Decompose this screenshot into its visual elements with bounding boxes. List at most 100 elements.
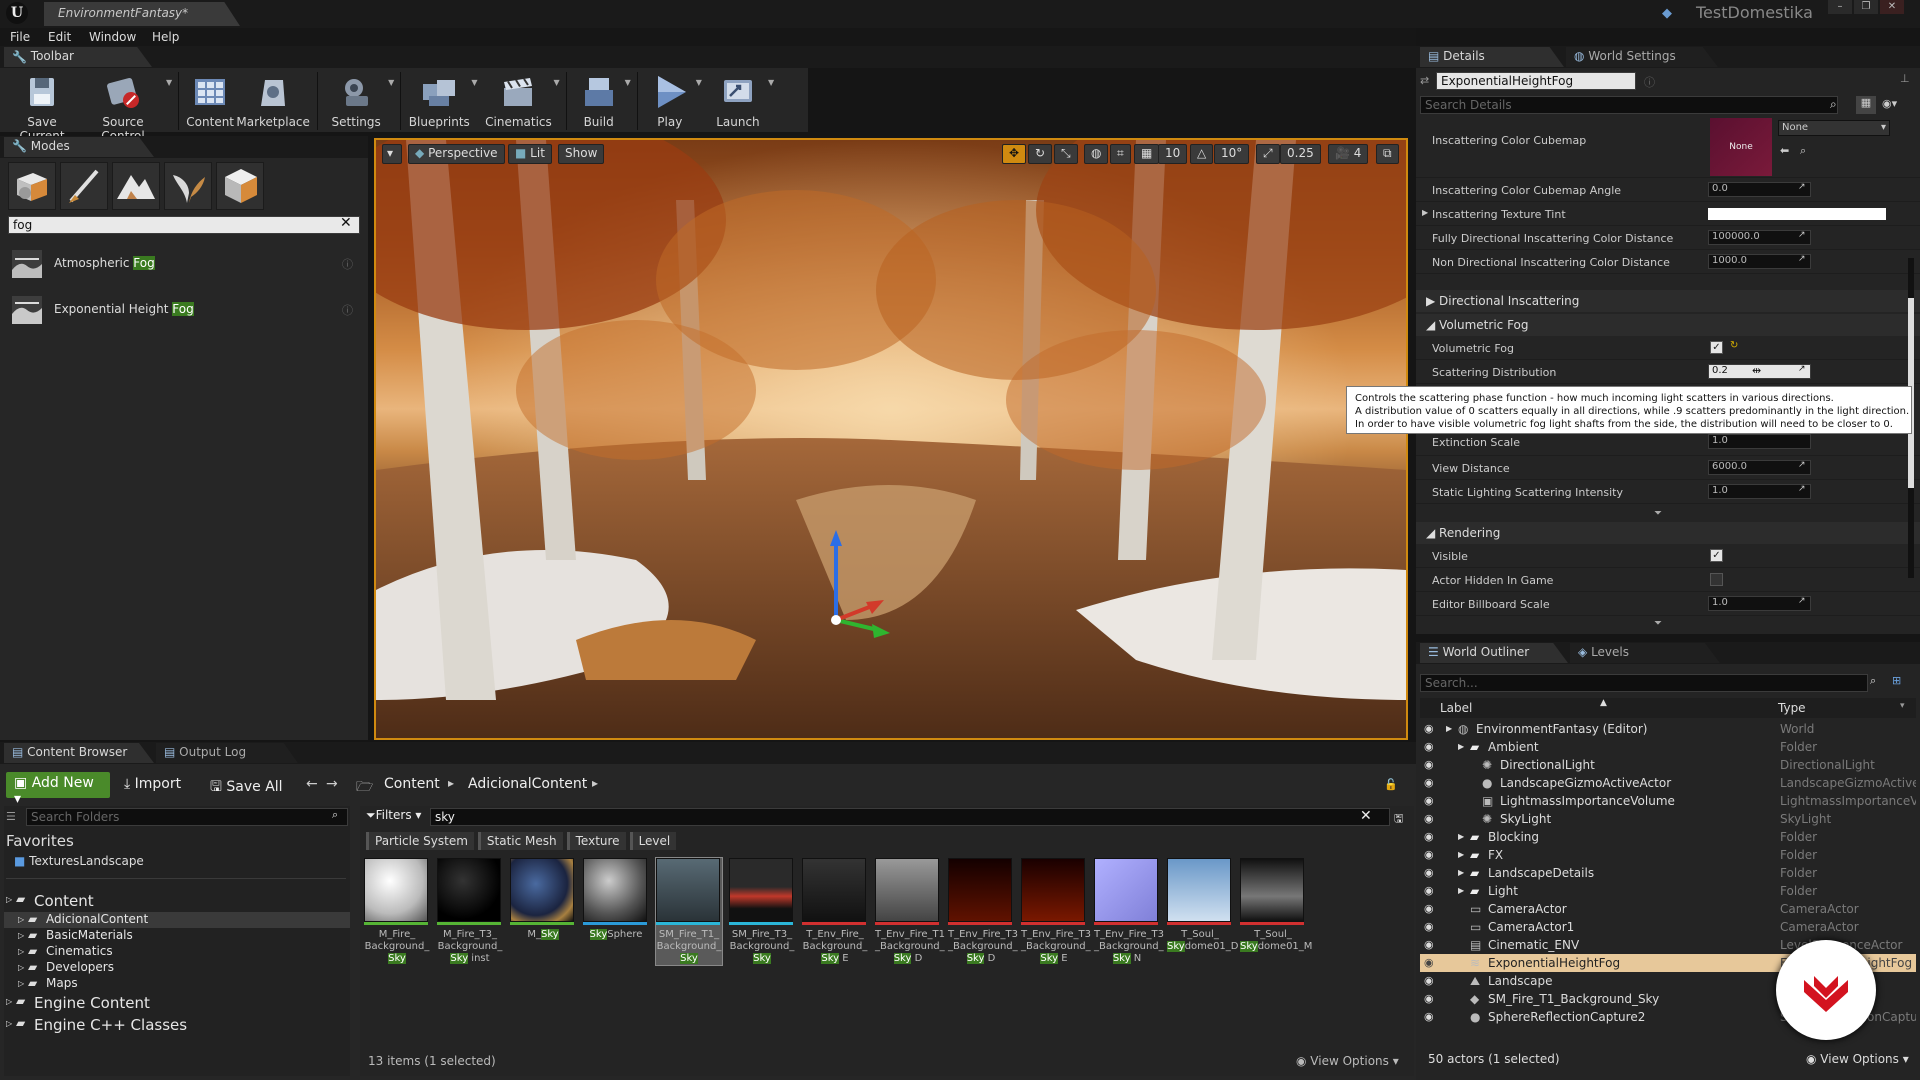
eye-icon[interactable]: ◉▾: [1882, 97, 1897, 110]
column-type-header[interactable]: Type: [1778, 701, 1806, 715]
content-view-options-button[interactable]: ◉ View Options ▾: [1296, 1054, 1399, 1068]
asset-search-input[interactable]: sky: [430, 808, 1390, 826]
breadcrumb-adicional-content[interactable]: AdicionalContent: [468, 776, 587, 792]
folder-tree-item[interactable]: ▷ ▰ Developers: [4, 960, 350, 976]
create-folder-icon[interactable]: ⊞: [1892, 674, 1901, 687]
mode-result-exponential-height-fog[interactable]: Exponential Height Fog ⓘ: [8, 292, 360, 328]
maximize-viewport-icon[interactable]: ⧉: [1376, 144, 1399, 164]
content-button[interactable]: Content: [185, 70, 235, 140]
asset-tile[interactable]: SM_Fire_T3_ Background_ Sky: [729, 858, 795, 965]
tab-content-browser[interactable]: ▤ Content Browser: [4, 743, 154, 763]
tab-output-log[interactable]: ▤ Output Log: [156, 743, 298, 763]
asset-tile[interactable]: T_Env_Fire_T3 _Background_ Sky D: [948, 858, 1018, 965]
fully-directional-distance-field[interactable]: 100000.0: [1708, 230, 1811, 245]
visibility-eye-icon[interactable]: ◉: [1424, 990, 1434, 1008]
grid-snap-value[interactable]: 10: [1158, 144, 1188, 164]
save-current-button[interactable]: Save Current: [4, 70, 80, 143]
visibility-eye-icon[interactable]: ◉: [1424, 828, 1434, 846]
paint-mode-button[interactable]: [60, 162, 108, 210]
folder-tree-item[interactable]: ▷ ▰ Engine Content: [4, 992, 350, 1014]
add-new-button[interactable]: ▣ Add New ▾: [6, 772, 110, 807]
expand-arrow-icon[interactable]: ▶: [1458, 738, 1464, 756]
tab-levels[interactable]: ◈ Levels: [1570, 643, 1720, 663]
texture-tint-color-swatch[interactable]: [1708, 208, 1886, 220]
level-viewport[interactable]: ▾ ◆ Perspective ■ Lit Show ✥ ↻ ⤡ ◍ ⌗ ▦ 1…: [374, 138, 1408, 740]
outliner-row[interactable]: ◉ ▣ LightmassImportanceVolume LightmassImpo…: [1420, 792, 1916, 810]
blueprints-dropdown-icon[interactable]: ▼: [471, 78, 477, 87]
visibility-eye-icon[interactable]: ◉: [1424, 810, 1434, 828]
show-button[interactable]: Show: [558, 144, 605, 164]
translate-mode-icon[interactable]: ✥: [1002, 144, 1027, 164]
outliner-row[interactable]: ◉ ▭ CameraActor1 CameraActor: [1420, 918, 1916, 936]
help-icon[interactable]: ⓘ: [342, 256, 353, 272]
reset-to-default-icon[interactable]: ↻: [1730, 340, 1738, 351]
asset-tile[interactable]: T_Soul_ Skydome01_M: [1240, 858, 1312, 965]
source-control-button[interactable]: Source Control: [80, 70, 166, 143]
visibility-eye-icon[interactable]: ◉: [1424, 774, 1434, 792]
outliner-row[interactable]: ◉ ▭ CameraActor CameraActor: [1420, 900, 1916, 918]
minimize-button[interactable]: –: [1828, 0, 1852, 14]
filter-chip[interactable]: Particle System: [366, 832, 474, 850]
actor-name-field[interactable]: ExponentialHeightFog: [1436, 72, 1636, 90]
tab-modes[interactable]: 🔧 Modes: [4, 137, 154, 157]
close-window-button[interactable]: ✕: [1880, 0, 1904, 14]
asset-tile[interactable]: T_Env_Fire_T3 _Background_ Sky N: [1094, 858, 1164, 965]
settings-dropdown-icon[interactable]: ▼: [388, 78, 394, 87]
pin-icon[interactable]: ⊥: [1900, 72, 1910, 85]
rotation-snap-value[interactable]: 10°: [1214, 144, 1250, 164]
back-arrow-icon[interactable]: ←: [306, 776, 318, 792]
folder-tree-item[interactable]: ▷ ▰ Content: [4, 890, 350, 912]
play-button[interactable]: Play: [644, 70, 696, 140]
spin-arrow-icon[interactable]: ↗: [1798, 364, 1806, 374]
spin-arrow-icon[interactable]: ↗: [1798, 460, 1806, 470]
folder-tree-item[interactable]: ▷ ▰ BasicMaterials: [4, 928, 350, 944]
volumetric-fog-checkbox[interactable]: ✓: [1710, 341, 1723, 354]
spin-arrow-icon[interactable]: ↗: [1798, 230, 1806, 240]
source-control-dropdown-icon[interactable]: ▼: [166, 78, 172, 87]
details-search-input[interactable]: Search Details: [1420, 96, 1838, 114]
billboard-scale-field[interactable]: 1.0: [1708, 596, 1811, 611]
expand-arrow-icon[interactable]: ▷: [18, 947, 24, 956]
filter-chip[interactable]: Texture: [566, 832, 626, 850]
asset-tile[interactable]: T_Env_Fire_ Background_ Sky E: [802, 858, 868, 965]
modes-search-input[interactable]: fog: [8, 216, 360, 234]
menu-edit[interactable]: Edit: [48, 28, 71, 46]
asset-tile[interactable]: M_Fire_T3_ Background_ Sky inst: [437, 858, 503, 965]
outliner-row[interactable]: ◉ ▶ ▰ Light Folder: [1420, 882, 1916, 900]
filter-chip[interactable]: Level: [629, 832, 677, 850]
expand-arrow-icon[interactable]: ▷: [18, 915, 24, 924]
visibility-eye-icon[interactable]: ◉: [1424, 792, 1434, 810]
landscape-mode-button[interactable]: [112, 162, 160, 210]
lit-button[interactable]: ■ Lit: [508, 144, 552, 164]
document-tab[interactable]: EnvironmentFantasy*: [44, 2, 240, 26]
spin-arrow-icon[interactable]: ↗: [1798, 254, 1806, 264]
asset-tile[interactable]: M_Fire_ Background_ Sky: [364, 858, 430, 965]
visible-checkbox[interactable]: ✓: [1710, 549, 1723, 562]
view-distance-field[interactable]: 6000.0: [1708, 460, 1811, 475]
visibility-eye-icon[interactable]: ◉: [1424, 1008, 1434, 1024]
asset-tile[interactable]: T_Env_Fire_T1 _Background_ Sky D: [875, 858, 945, 965]
folder-tree-item[interactable]: ▷ ▰ Cinematics: [4, 944, 350, 960]
expand-arrow-icon[interactable]: ▷: [6, 997, 12, 1006]
visibility-eye-icon[interactable]: ◉: [1424, 972, 1434, 990]
spin-arrow-icon[interactable]: ↗: [1798, 484, 1806, 494]
column-options-icon[interactable]: ▾: [1900, 701, 1905, 711]
section-rendering[interactable]: ◢ Rendering: [1416, 522, 1920, 544]
mode-result-atmospheric-fog[interactable]: Atmospheric Fog ⓘ: [8, 246, 360, 282]
lock-icon[interactable]: ⓘ: [1644, 74, 1655, 90]
lock-icon[interactable]: 🔓: [1384, 778, 1398, 791]
clear-search-icon[interactable]: ✕: [1360, 808, 1372, 824]
cubemap-asset-select[interactable]: None ▾: [1778, 120, 1890, 136]
launch-dropdown-icon[interactable]: ▼: [768, 78, 774, 87]
foliage-mode-button[interactable]: [164, 162, 212, 210]
folder-tree-item[interactable]: ▷ ▰ AdicionalContent: [4, 912, 350, 928]
scale-mode-icon[interactable]: ⤡: [1054, 144, 1078, 164]
spin-arrow-icon[interactable]: ↗: [1798, 182, 1806, 192]
outliner-row[interactable]: ◉ ▶ ▰ Ambient Folder: [1420, 738, 1916, 756]
section-volumetric-fog[interactable]: ◢ Volumetric Fog: [1416, 314, 1920, 336]
place-mode-button[interactable]: [8, 162, 56, 210]
outliner-search-input[interactable]: Search...: [1420, 674, 1868, 692]
visibility-eye-icon[interactable]: ◉: [1424, 720, 1434, 738]
visibility-eye-icon[interactable]: ◉: [1424, 954, 1434, 972]
tab-world-settings[interactable]: ◍ World Settings: [1566, 47, 1718, 67]
